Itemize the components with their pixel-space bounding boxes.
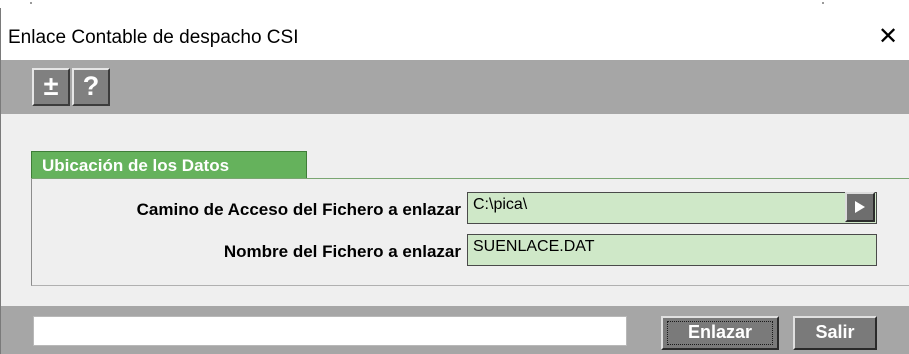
separator-dot: [822, 2, 824, 4]
footer-bar: Enlazar Salir: [1, 306, 909, 354]
help-button[interactable]: ?: [72, 68, 110, 106]
status-field: [33, 316, 627, 346]
top-strip: [0, 0, 909, 8]
exit-button[interactable]: Salir: [793, 316, 877, 350]
path-label: Camino de Acceso del Fichero a enlazar: [136, 200, 461, 219]
window-title: Enlace Contable de despacho CSI: [8, 27, 299, 48]
browse-button[interactable]: [845, 192, 875, 222]
filename-label: Nombre del Fichero a enlazar: [223, 242, 461, 261]
filename-input[interactable]: SUENLACE.DAT: [467, 234, 877, 266]
link-button[interactable]: Enlazar: [661, 316, 779, 350]
expand-collapse-button[interactable]: ±: [32, 68, 70, 106]
separator-dot: [30, 2, 32, 4]
form-body: Ubicación de los Datos Camino de Acceso …: [1, 114, 909, 306]
dialog-window: Enlace Contable de despacho CSI ✕ ± ? Ub…: [0, 8, 909, 354]
focus-ring: [667, 321, 773, 345]
path-input[interactable]: C:\pica\: [467, 192, 877, 224]
close-icon[interactable]: ✕: [873, 22, 903, 52]
title-bar: Enlace Contable de despacho CSI ✕: [1, 8, 909, 60]
section-header: Ubicación de los Datos: [31, 151, 307, 179]
toolbar: ± ?: [1, 60, 909, 114]
play-triangle-icon: [855, 201, 865, 213]
